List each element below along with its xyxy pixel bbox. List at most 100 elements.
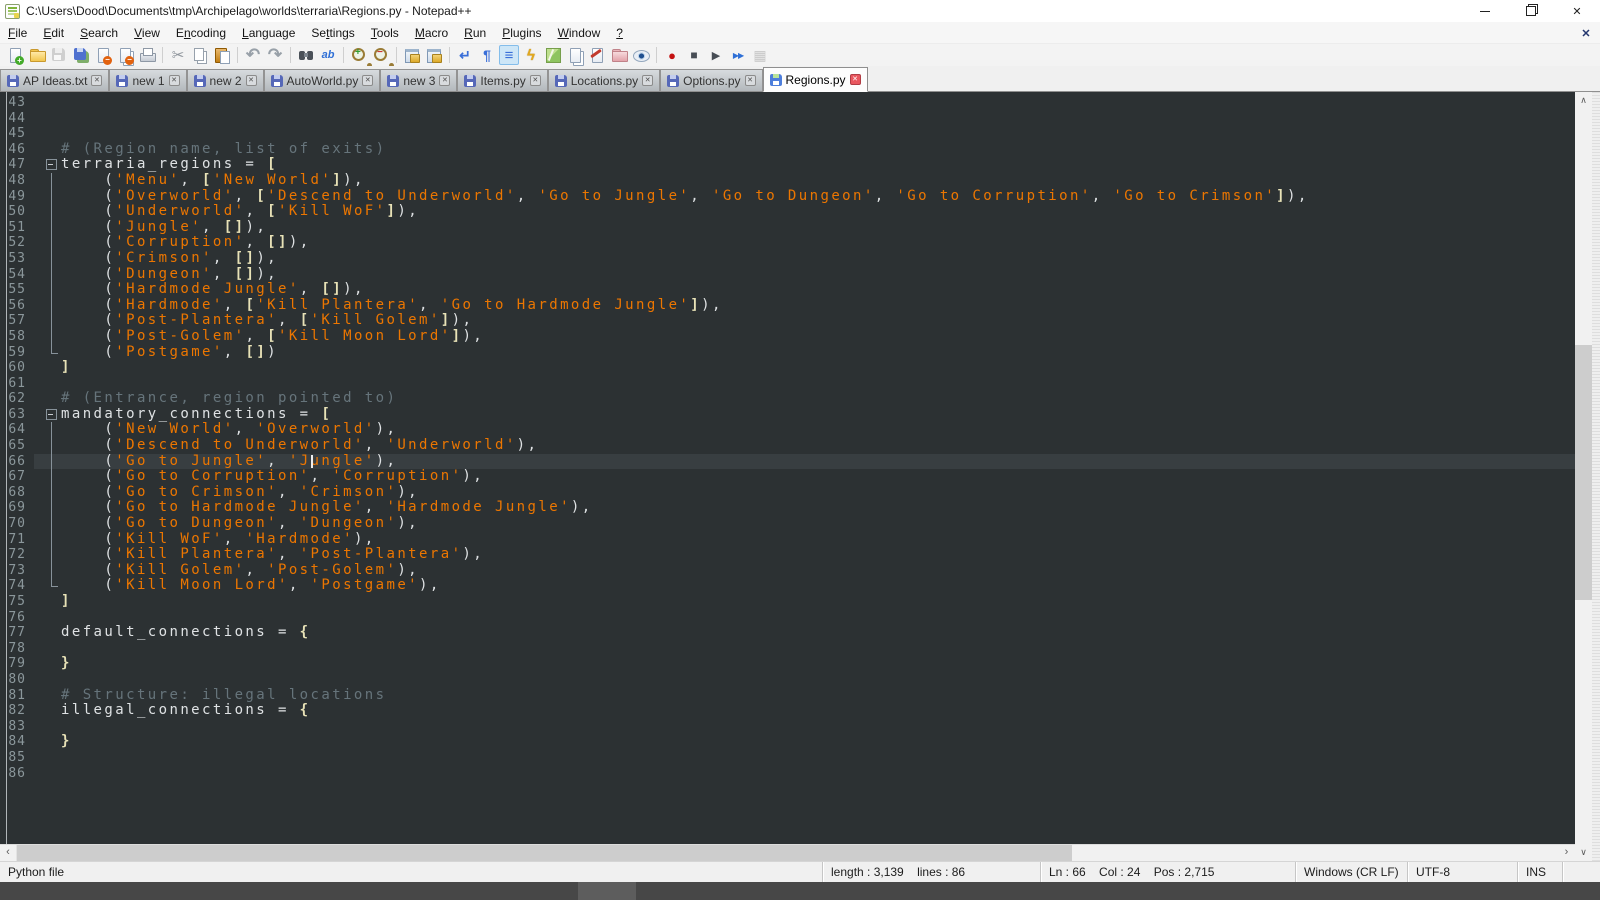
scroll-up-arrow[interactable] — [1575, 92, 1592, 109]
code-line-75[interactable]: 75] — [0, 594, 1575, 610]
line-number[interactable]: 51 — [0, 220, 26, 236]
code-text[interactable]: ('Postgame', []) — [61, 345, 278, 361]
fold-toggle-icon[interactable] — [44, 407, 61, 423]
code-text[interactable]: ('Kill WoF', 'Hardmode'), — [61, 532, 376, 548]
line-number[interactable]: 63 — [0, 407, 26, 423]
code-line-81[interactable]: 81 # Structure: illegal locations — [0, 688, 1575, 704]
tab-close-icon[interactable] — [91, 75, 102, 86]
code-text[interactable]: ('Dungeon', []), — [61, 267, 278, 283]
close-file-icon[interactable] — [93, 45, 113, 65]
sync-horizontal-scrolling-icon[interactable] — [424, 45, 444, 65]
scroll-right-arrow[interactable] — [1558, 845, 1575, 862]
copy-icon[interactable] — [190, 45, 210, 65]
undo-icon[interactable] — [243, 45, 263, 65]
code-line-60[interactable]: 60] — [0, 360, 1575, 376]
code-text[interactable]: ('Crimson', []), — [61, 251, 278, 267]
line-number[interactable]: 48 — [0, 173, 26, 189]
code-text[interactable]: } — [61, 656, 72, 672]
sync-vertical-scrolling-icon[interactable] — [402, 45, 422, 65]
line-number[interactable]: 57 — [0, 313, 26, 329]
line-number[interactable]: 71 — [0, 532, 26, 548]
code-line-74[interactable]: 74 ('Kill Moon Lord', 'Postgame'), — [0, 578, 1575, 594]
line-number[interactable]: 79 — [0, 656, 26, 672]
restore-button[interactable] — [1508, 0, 1554, 22]
word-wrap-icon[interactable] — [455, 45, 475, 65]
code-line-67[interactable]: 67 ('Go to Corruption', 'Corruption'), — [0, 469, 1575, 485]
zoom-out-icon[interactable] — [371, 45, 391, 65]
line-number[interactable]: 82 — [0, 703, 26, 719]
line-number[interactable]: 61 — [0, 376, 26, 392]
code-line-57[interactable]: 57 ('Post-Plantera', ['Kill Golem']), — [0, 313, 1575, 329]
tab-close-icon[interactable] — [530, 75, 541, 86]
code-text[interactable]: ('Kill Moon Lord', 'Postgame'), — [61, 578, 441, 594]
menu-plugins[interactable]: Plugins — [494, 23, 549, 43]
code-text[interactable]: ('New World', 'Overworld'), — [61, 422, 397, 438]
code-line-83[interactable]: 83 — [0, 719, 1575, 735]
menu-help[interactable]: ? — [608, 23, 631, 43]
tab-close-icon[interactable] — [362, 75, 373, 86]
code-text[interactable]: # (Region name, list of exits) — [61, 142, 386, 158]
line-number[interactable]: 72 — [0, 547, 26, 563]
code-text[interactable]: ('Jungle', []), — [61, 220, 267, 236]
code-line-76[interactable]: 76 — [0, 610, 1575, 626]
code-line-52[interactable]: 52 ('Corruption', []), — [0, 235, 1575, 251]
code-line-82[interactable]: 82illegal_connections = { — [0, 703, 1575, 719]
file-browser-icon[interactable] — [587, 45, 607, 65]
horizontal-scrollbar[interactable] — [0, 844, 1575, 861]
menu-search[interactable]: Search — [72, 23, 126, 43]
tab-new-3[interactable]: new 3 — [380, 69, 457, 91]
code-line-43[interactable]: 43 — [0, 95, 1575, 111]
code-line-46[interactable]: 46# (Region name, list of exits) — [0, 142, 1575, 158]
line-number[interactable]: 80 — [0, 672, 26, 688]
code-line-66[interactable]: 66 ('Go to Jungle', 'Jungle'), — [0, 454, 1575, 470]
code-line-49[interactable]: 49 ('Overworld', ['Descend to Underworld… — [0, 189, 1575, 205]
horizontal-scrollbar-thumb[interactable] — [17, 845, 1072, 862]
tab-close-icon[interactable] — [745, 75, 756, 86]
code-text[interactable]: # Structure: illegal locations — [61, 688, 386, 704]
line-number[interactable]: 83 — [0, 719, 26, 735]
tab-close-icon[interactable] — [642, 75, 653, 86]
code-text[interactable]: terraria_regions = [ — [61, 157, 278, 173]
code-text[interactable]: ('Overworld', ['Descend to Underworld', … — [61, 189, 1309, 205]
code-line-50[interactable]: 50 ('Underworld', ['Kill WoF']), — [0, 204, 1575, 220]
code-line-84[interactable]: 84} — [0, 734, 1575, 750]
save-all-icon[interactable] — [71, 45, 91, 65]
scroll-down-arrow[interactable] — [1575, 844, 1592, 861]
code-text[interactable]: ('Go to Dungeon', 'Dungeon'), — [61, 516, 419, 532]
code-line-58[interactable]: 58 ('Post-Golem', ['Kill Moon Lord']), — [0, 329, 1575, 345]
code-line-51[interactable]: 51 ('Jungle', []), — [0, 220, 1575, 236]
tab-regions-py[interactable]: Regions.py — [763, 67, 868, 92]
scroll-left-arrow[interactable] — [0, 845, 17, 862]
line-number[interactable]: 58 — [0, 329, 26, 345]
macro-save-icon[interactable] — [750, 45, 770, 65]
code-line-79[interactable]: 79} — [0, 656, 1575, 672]
code-line-59[interactable]: 59 ('Postgame', []) — [0, 345, 1575, 361]
vertical-scrollbar-thumb[interactable] — [1575, 345, 1592, 600]
code-line-73[interactable]: 73 ('Kill Golem', 'Post-Golem'), — [0, 563, 1575, 579]
document-list-icon[interactable] — [565, 45, 585, 65]
tab-ap-ideas-txt[interactable]: AP Ideas.txt — [0, 69, 109, 91]
line-number[interactable]: 59 — [0, 345, 26, 361]
code-text[interactable]: default_connections = { — [61, 625, 311, 641]
tab-options-py[interactable]: Options.py — [660, 69, 762, 91]
code-line-86[interactable]: 86 — [0, 766, 1575, 782]
line-number[interactable]: 85 — [0, 750, 26, 766]
minimize-button[interactable] — [1462, 0, 1508, 22]
code-line-78[interactable]: 78 — [0, 641, 1575, 657]
code-line-55[interactable]: 55 ('Hardmode Jungle', []), — [0, 282, 1575, 298]
folder-as-workspace-icon[interactable] — [609, 45, 629, 65]
line-number[interactable]: 78 — [0, 641, 26, 657]
status-eol-format[interactable]: Windows (CR LF) — [1295, 862, 1407, 882]
code-line-44[interactable]: 44 — [0, 111, 1575, 127]
code-text[interactable]: mandatory_connections = [ — [61, 407, 332, 423]
paste-icon[interactable] — [212, 45, 232, 65]
code-line-85[interactable]: 85 — [0, 750, 1575, 766]
code-line-61[interactable]: 61 — [0, 376, 1575, 392]
code-text[interactable]: ('Descend to Underworld', 'Underworld'), — [61, 438, 538, 454]
code-text[interactable]: ] — [61, 594, 72, 610]
line-number[interactable]: 70 — [0, 516, 26, 532]
code-line-63[interactable]: 63 mandatory_connections = [ — [0, 407, 1575, 423]
code-line-65[interactable]: 65 ('Descend to Underworld', 'Underworld… — [0, 438, 1575, 454]
code-text[interactable]: ('Go to Hardmode Jungle', 'Hardmode Jung… — [61, 500, 593, 516]
line-number[interactable]: 81 — [0, 688, 26, 704]
